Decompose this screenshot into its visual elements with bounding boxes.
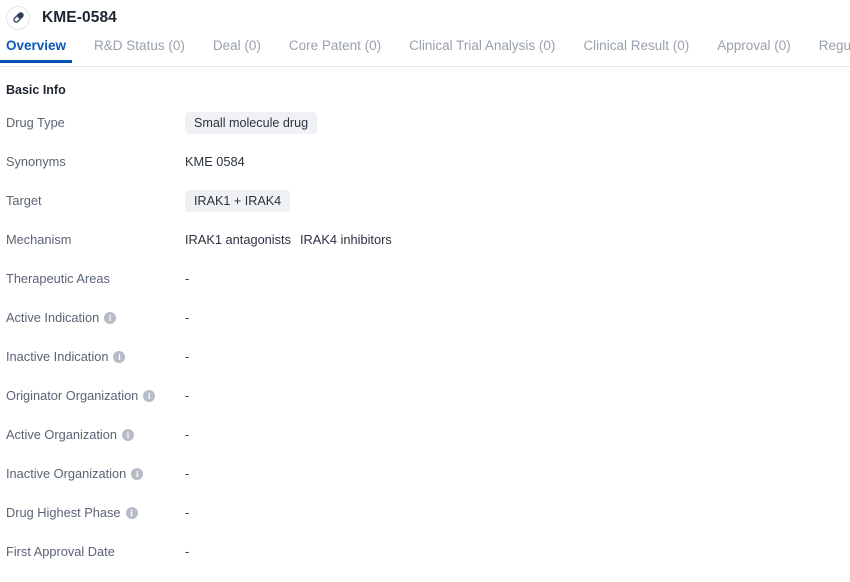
tab-clinical-trial-analysis-0[interactable]: Clinical Trial Analysis (0) <box>409 35 555 62</box>
empty-value: - <box>185 310 190 325</box>
page-title: KME-0584 <box>42 8 117 26</box>
info-row: Mechanism IRAK1 antagonists IRAK4 inhibito… <box>6 231 850 270</box>
value-chip[interactable]: Small molecule drug <box>185 112 318 134</box>
tab-clinical-result-0[interactable]: Clinical Result (0) <box>583 35 689 62</box>
basic-info-section-title: Basic Info <box>6 83 66 97</box>
info-row-label: Inactive Indication i <box>6 348 185 365</box>
info-row: Originator Organization i - <box>6 387 850 426</box>
info-label-text: Synonyms <box>6 154 66 169</box>
value-text[interactable]: IRAK1 antagonists <box>185 232 291 248</box>
info-row-label: Active Indication i <box>6 309 185 326</box>
info-row-value: - <box>185 543 189 560</box>
info-label-text: Originator Organization <box>6 388 139 403</box>
info-label-text: Mechanism <box>6 232 72 247</box>
info-tooltip-icon[interactable]: i <box>143 390 156 402</box>
overview-content: Basic Info Drug Type Small molecule drug S… <box>0 67 850 582</box>
info-row-label: Drug Type <box>6 114 185 131</box>
info-label-text: Therapeutic Areas <box>6 271 110 286</box>
empty-value: - <box>185 271 190 286</box>
info-row-value: - <box>185 270 189 287</box>
info-row-label: Mechanism <box>6 231 185 248</box>
empty-value: - <box>185 505 190 520</box>
tab-approval-0[interactable]: Approval (0) <box>717 35 791 62</box>
info-row: Inactive Indication i - <box>6 348 850 387</box>
info-row-value: - <box>185 309 189 326</box>
info-tooltip-icon[interactable]: i <box>121 429 134 441</box>
info-label-text: Target <box>6 193 42 208</box>
info-row-label: Inactive Organization i <box>6 465 185 482</box>
info-tooltip-icon[interactable]: i <box>131 468 144 480</box>
empty-value: - <box>185 388 190 403</box>
value-chip[interactable]: IRAK1 + IRAK4 <box>185 190 291 212</box>
info-row: Inactive Organization i - <box>6 465 850 504</box>
empty-value: - <box>185 427 190 442</box>
tab-core-patent-0[interactable]: Core Patent (0) <box>289 35 381 62</box>
tab-regulation-0[interactable]: Regulation (0) <box>819 35 850 62</box>
info-row-value: IRAK1 + IRAK4 <box>185 190 291 212</box>
info-tooltip-icon[interactable]: i <box>104 312 117 324</box>
value-text[interactable]: IRAK4 inhibitors <box>300 232 392 248</box>
info-row-label: Drug Highest Phase i <box>6 504 185 521</box>
info-row: Therapeutic Areas - <box>6 270 850 309</box>
info-label-text: Active Indication <box>6 310 100 325</box>
info-row-value: Small molecule drug <box>185 112 318 134</box>
tab-deal-0[interactable]: Deal (0) <box>213 35 261 62</box>
info-row: First Approval Date - <box>6 543 850 582</box>
info-row-label: Synonyms <box>6 153 185 170</box>
info-row-label: Active Organization i <box>6 426 185 443</box>
info-row-value: KME 0584 <box>185 153 245 170</box>
info-label-text: Drug Type <box>6 115 65 130</box>
info-row-label: First Approval Date <box>6 543 185 560</box>
info-row-label: Target <box>6 192 185 209</box>
info-row: Drug Highest Phase i - <box>6 504 850 543</box>
empty-value: - <box>185 349 190 364</box>
empty-value: - <box>185 544 190 559</box>
info-label-text: Active Organization <box>6 427 117 442</box>
info-tooltip-icon[interactable]: i <box>125 507 138 519</box>
info-row: Active Indication i - <box>6 309 850 348</box>
info-row-value: - <box>185 387 189 404</box>
info-label-text: Inactive Organization <box>6 466 127 481</box>
info-tooltip-icon[interactable]: i <box>113 351 126 363</box>
empty-value: - <box>185 466 190 481</box>
page-header: KME-0584 <box>0 0 850 35</box>
info-row-value: IRAK1 antagonists IRAK4 inhibitors <box>185 231 392 248</box>
info-row: Active Organization i - <box>6 426 850 465</box>
info-label-text: Inactive Indication <box>6 349 109 364</box>
basic-info-list: Drug Type Small molecule drug Synonyms KME … <box>6 112 850 582</box>
info-row: Drug Type Small molecule drug <box>6 112 850 153</box>
info-row-value: - <box>185 504 189 521</box>
info-row: Synonyms KME 0584 <box>6 153 850 192</box>
tab-overview[interactable]: Overview <box>0 35 73 63</box>
info-row-value: - <box>185 348 189 365</box>
info-label-text: Drug Highest Phase <box>6 505 121 520</box>
pill-capsule-icon <box>6 5 30 30</box>
info-row-value: - <box>185 426 189 443</box>
info-row-value: - <box>185 465 189 482</box>
tab-r-d-status-0[interactable]: R&D Status (0) <box>94 35 185 62</box>
info-row-label: Originator Organization i <box>6 387 185 404</box>
info-label-text: First Approval Date <box>6 544 115 559</box>
info-row-label: Therapeutic Areas <box>6 270 185 287</box>
tab-bar: Overview R&D Status (0) Deal (0) Core Paten… <box>0 35 850 67</box>
info-row: Target IRAK1 + IRAK4 <box>6 190 850 231</box>
value-text[interactable]: KME 0584 <box>185 154 245 170</box>
